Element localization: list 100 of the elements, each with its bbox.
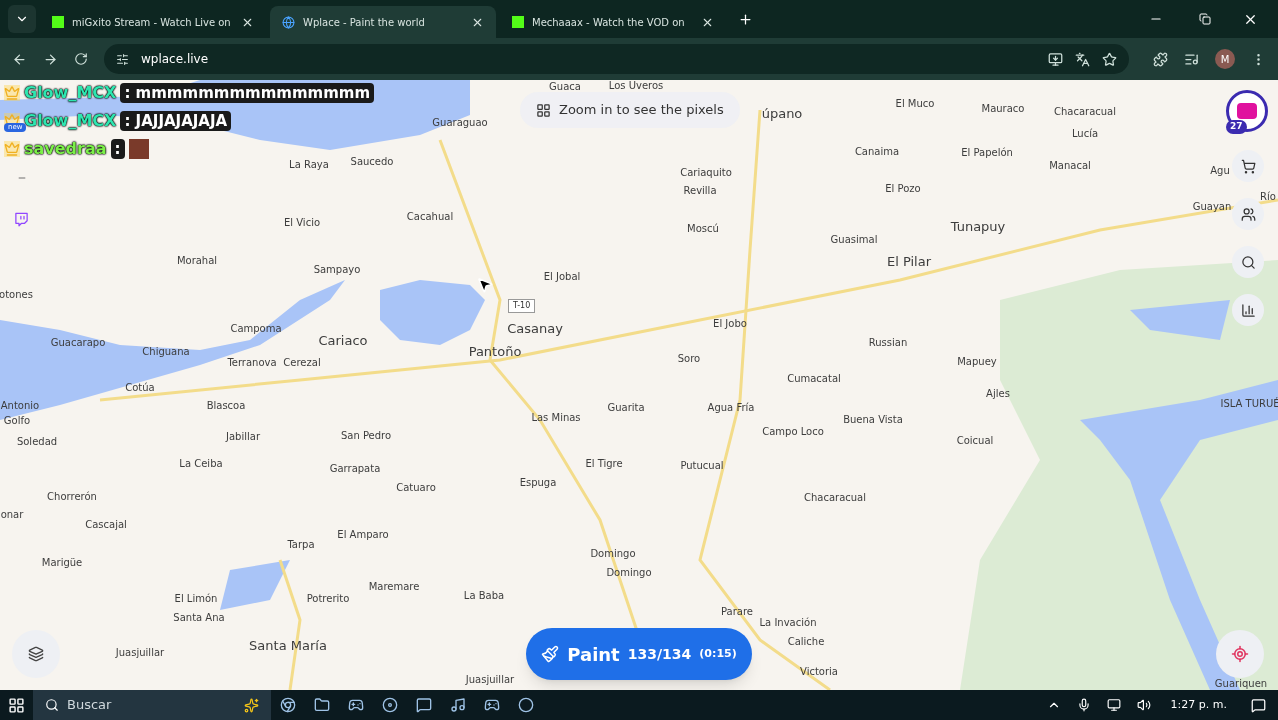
map-tool-button[interactable] [1232,246,1264,278]
place-label: Domingo [590,546,636,561]
place-label: Golfo [3,413,31,428]
crown-badge-icon [4,141,20,157]
place-label: Agu [1210,163,1230,178]
place-label: La Raya [289,157,329,172]
place-label: Terranova [227,355,277,370]
microphone-icon[interactable] [1076,698,1091,712]
app-icon[interactable] [348,697,364,713]
twitch-icon[interactable] [14,212,29,227]
place-label: Campoma [230,321,282,336]
place-label: Guariquen [1214,676,1268,690]
forward-icon[interactable] [43,51,58,67]
place-label: Cotúa [125,380,155,395]
place-label: San Pedro [340,428,392,443]
brush-icon [541,645,560,663]
music-app-icon[interactable] [450,697,466,713]
chrome-icon[interactable] [280,697,296,713]
chat-app-icon[interactable] [416,697,432,713]
place-label: Chorrerón [47,489,97,504]
place-label: La Ceiba [179,456,223,471]
cooldown-timer: (0:15) [699,645,737,662]
place-label: Los Uveros [608,80,664,93]
taskbar-search[interactable]: Buscar [33,690,271,720]
app-icon[interactable] [382,697,398,713]
place-label: Campo Loco [762,424,824,439]
place-label: Guaraguao [432,115,488,130]
place-label: Russian [868,335,908,350]
place-label: Pantoño [468,343,522,362]
translate-icon[interactable] [1075,51,1090,67]
place-label: El Amparo [337,527,389,542]
search-icon [45,698,59,712]
layers-button[interactable] [12,630,60,678]
place-label: Mauraco [981,101,1025,116]
place-label: Juasjuillar [465,672,515,687]
place-label: Guasimal [830,232,878,247]
folder-icon[interactable] [314,697,330,713]
site-settings-icon[interactable] [116,52,129,66]
network-icon[interactable] [1106,698,1121,712]
install-icon[interactable] [1048,51,1063,67]
extensions-icon[interactable] [1153,51,1168,67]
place-label: Tarpa [287,537,315,552]
bookmark-star-icon[interactable] [1102,51,1117,67]
place-label: Cariaquito [680,165,732,180]
place-label: Revilla [683,183,717,198]
restore-icon[interactable] [1199,13,1211,25]
notifications-icon[interactable] [1251,697,1266,713]
windows-start-icon[interactable] [8,696,25,714]
paint-button[interactable]: Paint 133/134 (0:15) [526,628,752,680]
map-tool-button[interactable] [1232,150,1264,182]
place-label: Santa Ana [173,610,225,625]
browser-tab[interactable]: miGxito Stream - Watch Live on [40,6,266,38]
place-label: Marigüe [41,555,83,570]
new-tab-icon[interactable] [738,11,753,27]
browser-tab[interactable]: Wplace - Paint the world [270,6,496,38]
chat-message: : mmmmmmmmmmmmmmm [120,83,375,103]
place-label: Las Minas [531,410,581,425]
url-text: wplace.live [141,51,209,68]
game-launcher-icon[interactable] [484,697,500,713]
browser-tab[interactable]: Mechaaax - Watch the VOD on [500,6,726,38]
place-label: Cerezal [283,355,321,370]
place-label: Manacal [1049,158,1091,173]
place-label: Agua Fría [707,400,755,415]
place-label: Chacaracual [803,490,867,505]
back-icon[interactable] [12,51,27,67]
reload-icon[interactable] [74,52,88,66]
chat-username: Glow_MCX [24,83,117,103]
place-label: Casanay [507,320,563,339]
place-label: Catuaro [396,480,436,495]
profile-avatar[interactable]: M [1215,49,1235,69]
people-icon [1240,206,1256,222]
place-label: La Baba [463,588,505,603]
place-label: Espuga [519,475,557,490]
place-label: El Tigre [585,456,623,471]
place-label: Coicual [956,433,994,448]
volume-icon[interactable] [1136,698,1151,712]
place-label: Jabillar [226,429,260,444]
media-icon[interactable] [1184,51,1199,67]
place-label: Moscú [687,221,719,236]
place-label: El Papelón [961,145,1013,160]
place-label: Maremare [368,579,420,594]
place-label: Morahal [176,253,218,268]
user-avatar[interactable] [1226,90,1268,132]
app-icon[interactable] [518,697,534,713]
chat-username: savedraa [24,139,107,159]
tab-title: miGxito Stream - Watch Live on [72,15,232,30]
place-label: Cascajal [85,517,127,532]
place-label: Putucual [680,458,724,473]
tab-title: Wplace - Paint the world [303,15,426,30]
place-label: Garrapata [329,461,381,476]
place-label: Mapuey [957,354,997,369]
clock-text[interactable]: 1:27 p. m. [1170,696,1227,714]
address-bar[interactable]: wplace.live [104,44,1129,74]
place-label: Río [1260,189,1276,204]
place-label: Guaca [549,80,581,94]
place-label: Lucía [1071,126,1099,141]
map-tool-button[interactable] [1232,198,1264,230]
zoom-hint-text: Zoom in to see the pixels [559,101,724,120]
place-label: Soledad [16,434,58,449]
tab-list-button[interactable] [8,5,36,33]
